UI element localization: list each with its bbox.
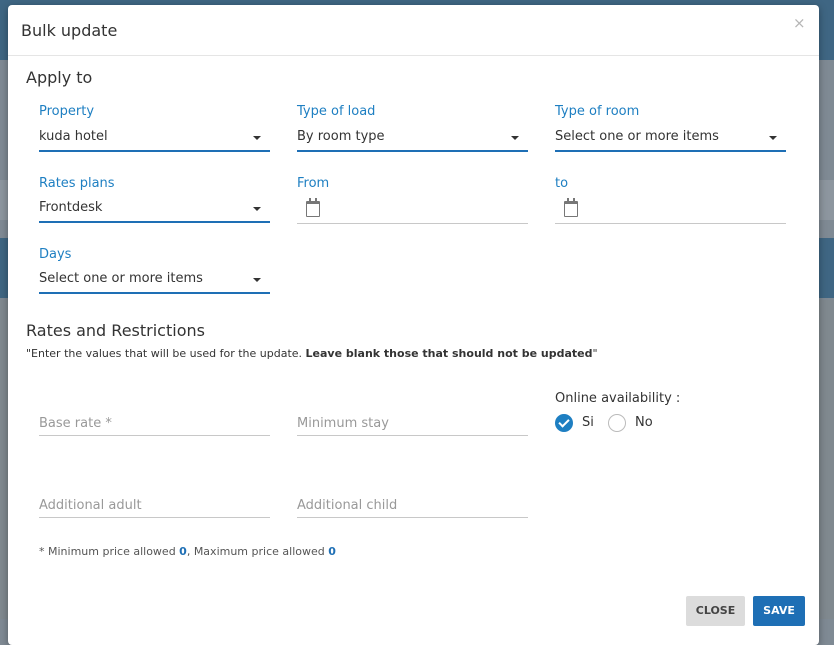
- days-value: Select one or more items: [39, 271, 203, 286]
- to-date-input[interactable]: [555, 198, 786, 224]
- radio-si-label: Si: [582, 415, 594, 430]
- caret-down-icon: [511, 136, 519, 140]
- bulk-update-dialog: Bulk update × Apply to Property kuda hot…: [8, 5, 819, 645]
- type-of-load-select[interactable]: By room type: [297, 126, 528, 152]
- radio-si[interactable]: [555, 414, 573, 432]
- calendar-icon: [564, 198, 578, 217]
- note-end: ": [592, 347, 598, 360]
- type-of-room-select[interactable]: Select one or more items: [555, 126, 786, 152]
- property-select[interactable]: kuda hotel: [39, 126, 270, 152]
- base-rate-placeholder: Base rate *: [39, 416, 112, 431]
- property-label: Property: [39, 104, 95, 119]
- minimum-stay-placeholder: Minimum stay: [297, 416, 389, 431]
- dialog-header: Bulk update ×: [8, 5, 819, 56]
- caret-down-icon: [253, 278, 261, 282]
- footnote-text: , Maximum price allowed: [186, 545, 329, 558]
- online-availability-label: Online availability :: [555, 391, 681, 406]
- to-label: to: [555, 176, 569, 191]
- caret-down-icon: [253, 207, 261, 211]
- rates-plans-select[interactable]: Frontdesk: [39, 197, 270, 223]
- caret-down-icon: [253, 136, 261, 140]
- min-price-value: 0: [179, 545, 187, 558]
- additional-child-input[interactable]: Additional child: [297, 495, 528, 518]
- type-of-room-label: Type of room: [555, 104, 640, 119]
- note-emphasis: Leave blank those that should not be upd…: [305, 347, 593, 360]
- save-button[interactable]: SAVE: [753, 596, 805, 626]
- rates-restrictions-heading: Rates and Restrictions: [26, 321, 205, 340]
- rates-plans-value: Frontdesk: [39, 200, 103, 215]
- radio-no-label: No: [635, 415, 653, 430]
- dialog-title: Bulk update: [21, 21, 118, 40]
- type-of-load-label: Type of load: [297, 104, 376, 119]
- additional-adult-input[interactable]: Additional adult: [39, 495, 270, 518]
- price-limits-note: * Minimum price allowed 0, Maximum price…: [39, 545, 336, 558]
- close-button[interactable]: CLOSE: [686, 596, 745, 626]
- from-label: From: [297, 176, 330, 191]
- from-date-input[interactable]: [297, 198, 528, 224]
- update-instructions: "Enter the values that will be used for …: [26, 347, 598, 360]
- type-of-room-value: Select one or more items: [555, 129, 719, 144]
- max-price-value: 0: [328, 545, 336, 558]
- check-icon: [558, 416, 570, 428]
- property-value: kuda hotel: [39, 129, 108, 144]
- days-select[interactable]: Select one or more items: [39, 268, 270, 294]
- calendar-icon: [306, 198, 320, 217]
- minimum-stay-input[interactable]: Minimum stay: [297, 413, 528, 436]
- radio-no[interactable]: [608, 414, 626, 432]
- note-text: "Enter the values that will be used for …: [26, 347, 306, 360]
- apply-to-heading: Apply to: [26, 68, 93, 87]
- base-rate-input[interactable]: Base rate *: [39, 413, 270, 436]
- additional-adult-placeholder: Additional adult: [39, 498, 142, 513]
- days-label: Days: [39, 247, 72, 262]
- close-icon[interactable]: ×: [793, 14, 806, 32]
- additional-child-placeholder: Additional child: [297, 498, 398, 513]
- type-of-load-value: By room type: [297, 129, 385, 144]
- rates-plans-label: Rates plans: [39, 176, 115, 191]
- footnote-text: * Minimum price allowed: [39, 545, 180, 558]
- caret-down-icon: [769, 136, 777, 140]
